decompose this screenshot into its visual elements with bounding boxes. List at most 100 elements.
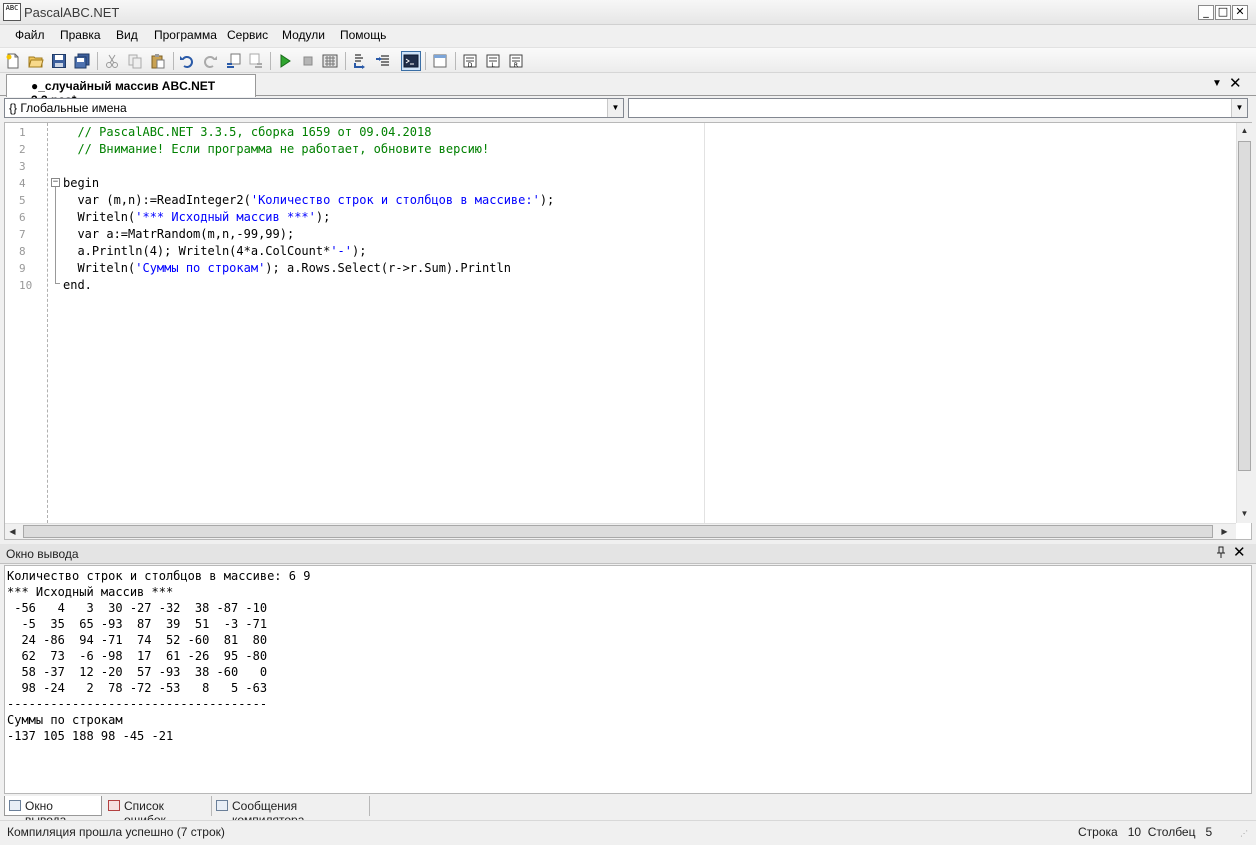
col-label: Столбец [1147, 825, 1196, 839]
tab-current-file[interactable]: ●_случайный массив ABC.NET 3.3.pas* [6, 74, 256, 107]
tab-error-list[interactable]: Список ошибок [104, 796, 212, 827]
insert-code-1-icon[interactable]: D [460, 51, 480, 71]
bottom-tabs: Окно вывода Список ошибок Сообщения комп… [4, 796, 1252, 827]
right-margin-line [704, 123, 705, 523]
chevron-down-icon[interactable]: ▼ [1231, 99, 1247, 117]
new-file-icon[interactable] [3, 51, 23, 71]
scroll-up-icon[interactable]: ▲ [1237, 123, 1252, 139]
tab-compiler-messages[interactable]: Сообщения компилятора [212, 796, 370, 827]
output-panel-title: Окно вывода [6, 547, 79, 561]
svg-text:R: R [514, 62, 518, 69]
undo-icon[interactable] [177, 51, 197, 71]
line-number: 2 [19, 143, 26, 156]
stop-icon[interactable] [298, 51, 318, 71]
menu-file[interactable]: Файл [15, 28, 45, 42]
resize-grip-icon[interactable]: ⋰ [1240, 829, 1248, 838]
tab-output-window[interactable]: Окно вывода [4, 796, 102, 827]
format-icon[interactable] [223, 51, 243, 71]
toolbar-separator [173, 52, 174, 70]
code-line: end. [63, 278, 92, 292]
open-icon[interactable] [26, 51, 46, 71]
output-panel-header: Окно вывода ✕ [0, 544, 1256, 564]
status-message: Компиляция прошла успешно (7 строк) [7, 825, 225, 839]
line-number: 6 [19, 211, 26, 224]
cut-icon[interactable] [102, 51, 122, 71]
vertical-scroll-thumb[interactable] [1238, 141, 1251, 471]
paste-icon[interactable] [148, 51, 168, 71]
maximize-button[interactable]: □ [1215, 5, 1231, 20]
code-line: // PascalABC.NET 3.3.5, сборка 1659 от 0… [63, 125, 432, 139]
horizontal-scroll-thumb[interactable] [23, 525, 1213, 538]
menu-service[interactable]: Сервис [227, 28, 268, 42]
insert-code-3-icon[interactable]: R [506, 51, 526, 71]
window-icon[interactable] [430, 51, 450, 71]
window-title: PascalABC.NET [24, 5, 120, 20]
scope-combo[interactable]: {} Глобальные имена ▼ [4, 98, 624, 118]
line-number: 5 [19, 194, 26, 207]
line-number: 8 [19, 245, 26, 258]
code-token: var (m,n):=ReadInteger2( [63, 193, 251, 207]
code-line: var (m,n):=ReadInteger2('Количество стро… [63, 192, 554, 209]
scope-combo-value: {} Глобальные имена [9, 101, 127, 115]
output-window-icon [9, 800, 21, 811]
status-bar: Компиляция прошла успешно (7 строк) Стро… [0, 820, 1256, 845]
menu-modules[interactable]: Модули [282, 28, 325, 42]
toolbar-separator [455, 52, 456, 70]
menu-view[interactable]: Вид [116, 28, 138, 42]
vertical-scrollbar[interactable]: ▲ ▼ [1236, 123, 1252, 523]
toolbar-separator [425, 52, 426, 70]
menu-program[interactable]: Программа [154, 28, 217, 42]
scroll-left-icon[interactable]: ◀ [5, 524, 20, 540]
compile-icon[interactable] [320, 51, 340, 71]
string-literal: 'Суммы по строкам' [135, 261, 266, 275]
menu-edit[interactable]: Правка [60, 28, 101, 42]
close-window-button[interactable]: ✕ [1232, 5, 1248, 20]
close-tab-icon[interactable]: ✕ [1229, 76, 1242, 91]
scroll-down-icon[interactable]: ▼ [1237, 506, 1252, 522]
code-line: begin [63, 176, 100, 190]
debug-step-icon[interactable] [350, 51, 370, 71]
code-line: Writeln('Суммы по строкам'); a.Rows.Sele… [63, 260, 511, 277]
member-combo[interactable]: ▼ [628, 98, 1248, 118]
string-literal: '*** Исходный массив ***' [135, 210, 316, 224]
pin-icon[interactable] [1216, 546, 1226, 562]
line-number: 1 [19, 126, 26, 139]
code-token: var a:=MatrRandom(m,n,-99,99); [63, 227, 295, 241]
code-token: Writeln( [63, 210, 136, 224]
app-icon: ABC [3, 3, 21, 21]
minimize-button[interactable]: _ [1198, 5, 1214, 20]
code-token: a.Println(4); Writeln(4*a.ColCount* [63, 244, 331, 258]
row-label: Строка [1078, 825, 1118, 839]
run-icon[interactable] [275, 51, 295, 71]
code-token: ); [352, 244, 367, 258]
code-line: Writeln('*** Исходный массив ***'); [63, 209, 330, 226]
code-editor[interactable]: − 1 // PascalABC.NET 3.3.5, сборка 1659 … [4, 122, 1252, 540]
close-panel-icon[interactable]: ✕ [1233, 545, 1246, 560]
code-token: ); a.Rows.Select(r->r.Sum).Println [265, 261, 511, 275]
row-value: 10 [1127, 825, 1142, 839]
console-icon[interactable] [401, 51, 421, 71]
fold-toggle-icon[interactable]: − [51, 178, 60, 187]
chevron-down-icon[interactable]: ▼ [607, 99, 623, 117]
menu-bar: Файл Правка Вид Программа Сервис Модули … [0, 25, 1256, 46]
output-area[interactable]: Количество строк и столбцов в массиве: 6… [4, 565, 1252, 794]
fold-guide [55, 187, 56, 283]
menu-help[interactable]: Помощь [340, 28, 386, 42]
scroll-right-icon[interactable]: ▶ [1217, 524, 1232, 540]
save-all-icon[interactable] [72, 51, 92, 71]
save-icon[interactable] [49, 51, 69, 71]
code-line: // Внимание! Если программа не работает,… [63, 142, 490, 156]
horizontal-scrollbar[interactable]: ◀ ▶ [5, 523, 1236, 539]
debug-step-over-icon[interactable] [373, 51, 393, 71]
tab-list-dropdown-icon[interactable]: ▼ [1212, 78, 1222, 89]
output-text: Количество строк и столбцов в массиве: 6… [7, 569, 311, 743]
insert-code-2-icon[interactable]: L [483, 51, 503, 71]
line-number: 3 [19, 160, 26, 173]
line-number: 9 [19, 262, 26, 275]
code-line: a.Println(4); Writeln(4*a.ColCount*'-'); [63, 243, 366, 260]
col-value: 5 [1205, 825, 1213, 839]
format-ex-icon[interactable] [246, 51, 266, 71]
redo-icon[interactable] [200, 51, 220, 71]
toolbar-separator [97, 52, 98, 70]
copy-icon[interactable] [125, 51, 145, 71]
